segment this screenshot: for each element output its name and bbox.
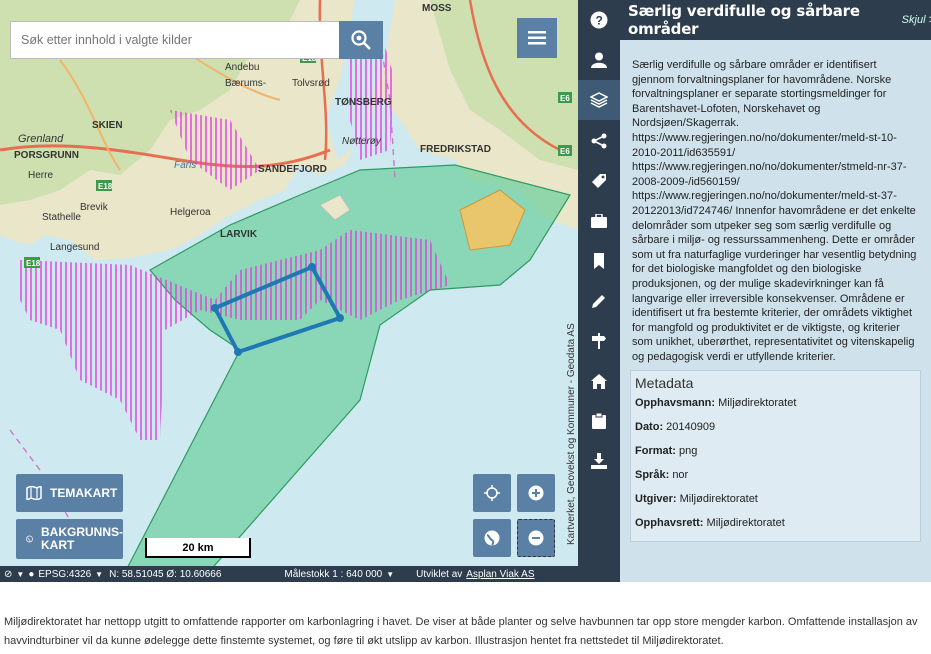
globe-icon: [484, 530, 500, 546]
vertex-handle[interactable]: [336, 314, 344, 322]
plus-icon: [528, 485, 544, 501]
crs-label[interactable]: EPSG:4326: [38, 569, 91, 580]
place-label: Grenland: [18, 133, 64, 145]
bookmark-icon[interactable]: [588, 250, 610, 272]
share-icon[interactable]: [588, 130, 610, 152]
locate-button[interactable]: [473, 474, 511, 512]
panel-header: Særlig verdifulle og sårbare områder Skj…: [620, 0, 931, 40]
bakgrunnskart-button[interactable]: BAKGRUNNS- KART: [16, 519, 123, 559]
metadata-heading: Metadata: [635, 375, 694, 392]
place-label: SKIEN: [92, 120, 123, 131]
globe-button[interactable]: [473, 519, 511, 557]
developed-by-label: Utviklet av: [416, 568, 463, 580]
briefcase-icon[interactable]: [588, 210, 610, 232]
question-icon[interactable]: ?: [588, 9, 610, 31]
svg-text:?: ?: [596, 14, 603, 28]
place-label: Helgeroa: [170, 207, 211, 218]
place-label: Tolvsrød: [292, 78, 330, 89]
dropdown-icon[interactable]: ▼: [16, 570, 24, 579]
panel-title: Særlig verdifulle og sårbare områder: [628, 2, 860, 38]
globe-icon: [26, 535, 33, 543]
menu-button[interactable]: [517, 18, 557, 58]
hide-panel-link[interactable]: Skjul >: [902, 14, 931, 26]
place-label: Brevik: [80, 202, 109, 213]
dropdown-icon[interactable]: ▼: [386, 570, 394, 579]
metadata-row: Språk: nor: [635, 469, 689, 482]
layers-icon[interactable]: [578, 80, 620, 120]
road-badge: E18: [26, 259, 41, 268]
clipboard-icon[interactable]: [588, 410, 610, 432]
place-label: FREDRIKSTAD: [420, 144, 491, 155]
place-label: TØNSBERG: [335, 97, 392, 108]
search-input[interactable]: [11, 22, 339, 58]
place-label: Nøtterøy: [342, 136, 382, 147]
place-label: Faris: [174, 160, 196, 171]
hamburger-icon: [528, 31, 546, 45]
metadata-section: Metadata Opphavsmann: Miljødirektoratet …: [630, 370, 921, 543]
map-icon: [26, 486, 42, 500]
user-icon[interactable]: [588, 49, 610, 71]
temakart-button[interactable]: TEMAKART: [16, 474, 123, 512]
tag-icon[interactable]: [588, 170, 610, 192]
search-button[interactable]: [339, 21, 383, 59]
minus-icon: [528, 530, 544, 546]
place-label: LARVIK: [220, 229, 258, 240]
panel-description: Særlig verdifulle og sårbare områder er …: [632, 59, 917, 363]
road-badge: E6: [560, 147, 570, 156]
place-label: Andebu: [225, 62, 259, 73]
download-icon[interactable]: [588, 450, 610, 472]
vertex-handle[interactable]: [308, 263, 316, 271]
search-box[interactable]: [10, 21, 340, 59]
metadata-row: Opphavsrett: Miljødirektoratet: [635, 517, 785, 530]
place-label: MOSS: [422, 3, 452, 14]
metadata-row: Format: png: [635, 445, 698, 458]
place-label: Herre: [28, 170, 53, 181]
info-panel: Særlig verdifulle og sårbare områder Skj…: [620, 0, 931, 582]
scale-bar: 20 km: [145, 538, 251, 558]
pencil-icon[interactable]: [588, 290, 610, 312]
compass-icon[interactable]: ⊘: [4, 569, 12, 580]
search-gear-icon: [351, 30, 371, 50]
crosshair-icon: [484, 485, 500, 501]
metadata-row: Utgiver: Miljødirektoratet: [635, 493, 758, 506]
map-attribution: Kartverket, Geovekst og Kommuner - Geoda…: [566, 323, 577, 545]
road-badge: E6: [560, 94, 570, 103]
home-icon[interactable]: [588, 370, 610, 392]
image-caption: Miljødirektoratet har nettopp utgitt to …: [4, 616, 918, 647]
place-label: PORSGRUNN: [14, 150, 79, 161]
signpost-icon[interactable]: [588, 330, 610, 352]
metadata-row: Opphavsmann: Miljødirektoratet: [635, 397, 797, 410]
zoom-in-button[interactable]: [517, 474, 555, 512]
status-bar: ⊘ ▼ ● EPSG:4326 ▼ N: 58.51045 Ø: 10.6066…: [0, 566, 578, 582]
zoom-out-button[interactable]: [517, 519, 555, 557]
tool-rail: ?: [578, 0, 620, 582]
coordinates-readout: N: 58.51045 Ø: 10.60666: [109, 568, 222, 580]
vertex-handle[interactable]: [211, 304, 219, 312]
road-badge: E18: [98, 182, 113, 191]
metadata-row: Dato: 20140909: [635, 421, 716, 434]
temakart-label: TEMAKART: [50, 485, 118, 500]
bakgrunnskart-label: BAKGRUNNS- KART: [41, 525, 123, 552]
scale-label: 20 km: [182, 542, 214, 554]
scale-readout[interactable]: Målestokk 1 : 640 000: [284, 569, 382, 580]
dropdown-icon[interactable]: ▼: [95, 570, 103, 579]
place-label: Bærums-: [225, 78, 266, 89]
place-label: Langesund: [50, 242, 100, 253]
place-label: Stathelle: [42, 212, 81, 223]
vertex-handle[interactable]: [234, 348, 242, 356]
map-view[interactable]: MOSS Andebu Bærums- Tolvsrød TØNSBERG SK…: [0, 0, 578, 582]
developer-link[interactable]: Asplan Viak AS: [466, 569, 534, 580]
place-label: SANDEFJORD: [258, 164, 327, 175]
globe-small-icon[interactable]: ●: [28, 569, 34, 580]
